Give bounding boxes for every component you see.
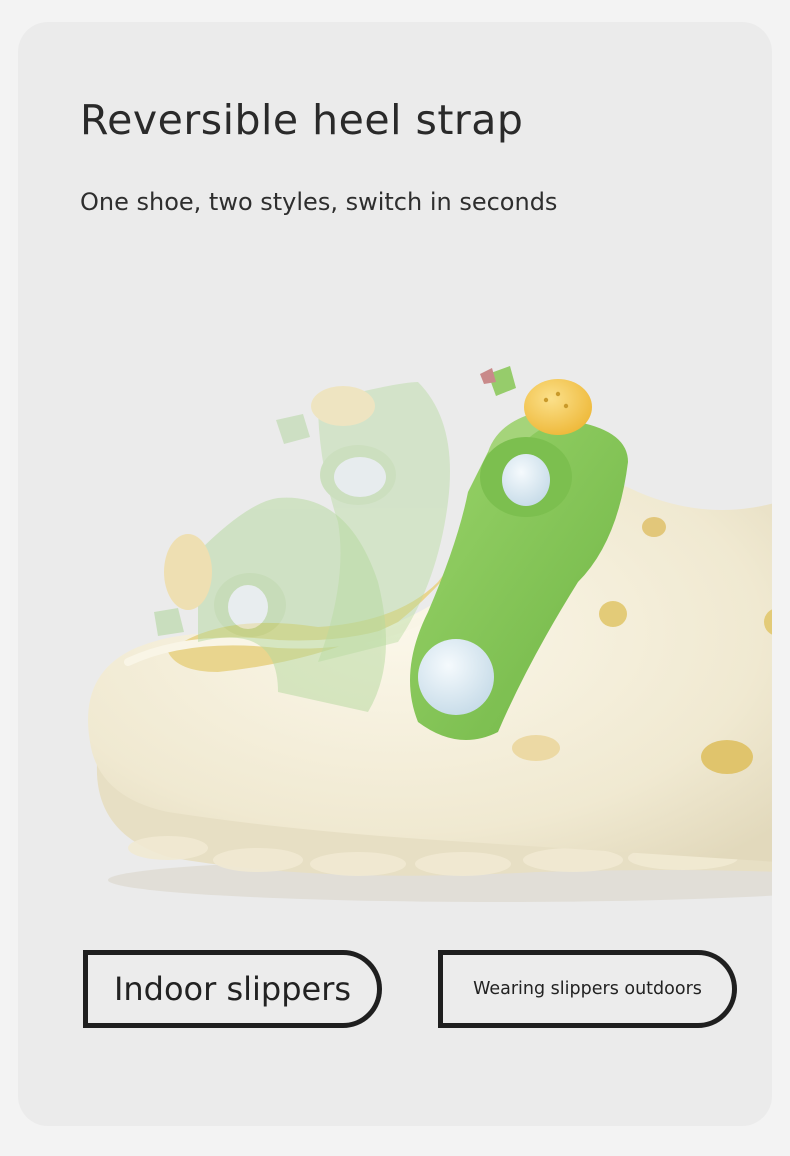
- page-title: Reversible heel strap: [80, 96, 524, 144]
- strap-button: [418, 639, 494, 715]
- page-subtitle: One shoe, two styles, switch in seconds: [80, 188, 558, 216]
- indoor-mode-label: Indoor slippers: [83, 950, 382, 1028]
- mushroom-cap: [524, 379, 592, 435]
- feature-card: Reversible heel strap One shoe, two styl…: [18, 22, 772, 1126]
- outdoor-mode-label: Wearing slippers outdoors: [438, 950, 737, 1028]
